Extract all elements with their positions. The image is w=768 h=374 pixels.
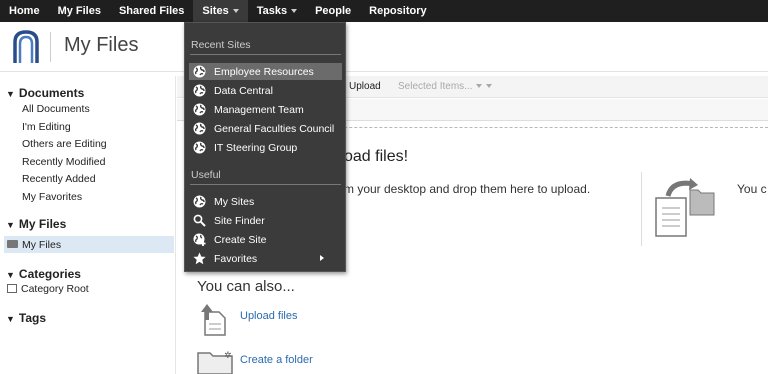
globe-icon	[193, 84, 206, 97]
header-divider	[50, 32, 51, 62]
menu-item-employee-resources[interactable]: Employee Resources	[189, 63, 342, 80]
menu-item-my-sites[interactable]: My Sites	[189, 193, 342, 210]
menu-item-label: My Sites	[214, 195, 255, 208]
upload-button[interactable]: Upload	[349, 81, 381, 92]
tags-section-heading[interactable]: ▼ Tags	[6, 311, 46, 325]
expand-triangle-icon: ▼	[6, 314, 15, 324]
folder-icon	[7, 240, 18, 249]
sidebar-item-recently-added[interactable]: Recently Added	[22, 173, 96, 185]
useful-heading: Useful	[191, 169, 221, 181]
menu-item-label: Employee Resources	[214, 65, 314, 78]
chevron-down-icon	[486, 84, 493, 89]
categories-heading-label: Categories	[18, 267, 81, 281]
categories-section-heading[interactable]: ▼ Categories	[6, 267, 81, 281]
menu-item-favorites[interactable]: Favorites	[189, 250, 342, 267]
svg-text:✲: ✲	[224, 351, 232, 361]
chevron-down-icon	[232, 9, 239, 14]
menu-item-general-faculties-council[interactable]: General Faculties Council	[189, 120, 342, 137]
submenu-arrow-icon	[320, 255, 324, 261]
menu-item-label: Management Team	[214, 103, 304, 116]
myfiles-heading-label: My Files	[18, 217, 67, 231]
globe-icon	[193, 141, 206, 154]
globe-icon	[193, 195, 206, 208]
selected-items-menu[interactable]: Selected Items...	[398, 81, 493, 92]
drop-zone-right-text: You c	[737, 182, 767, 196]
chevron-down-icon	[291, 9, 298, 14]
sidebar-item-my-favorites[interactable]: My Favorites	[22, 191, 82, 203]
selected-items-label: Selected Items...	[398, 81, 473, 92]
star-icon	[193, 252, 206, 265]
sidebar-item-im-editing[interactable]: I'm Editing	[22, 121, 71, 133]
drop-zone-text: m your desktop and drop them here to upl…	[344, 182, 591, 196]
menu-item-management-team[interactable]: Management Team	[189, 101, 342, 118]
drop-zone-title: oad files!	[344, 148, 409, 165]
nav-shared-files[interactable]: Shared Files	[110, 0, 193, 22]
sidebar-item-all-documents[interactable]: All Documents	[22, 103, 90, 115]
upload-file-icon	[201, 304, 226, 336]
menu-item-site-finder[interactable]: Site Finder	[189, 212, 342, 229]
drop-zone-divider	[641, 172, 642, 246]
create-folder-icon: ✲	[197, 351, 233, 374]
create-folder-link[interactable]: Create a folder	[240, 354, 313, 366]
menu-item-it-steering-group[interactable]: IT Steering Group	[189, 139, 342, 156]
nav-tasks-label: Tasks	[256, 5, 288, 17]
myfiles-section-heading[interactable]: ▼ My Files	[6, 217, 66, 231]
menu-item-label: Create Site	[214, 233, 267, 246]
menu-item-data-central[interactable]: Data Central	[189, 82, 342, 99]
chevron-down-icon	[476, 84, 483, 89]
documents-heading-label: Documents	[18, 86, 85, 100]
sidebar-item-others-editing[interactable]: Others are Editing	[22, 138, 107, 150]
tags-heading-label: Tags	[18, 311, 47, 325]
page-header: My Files	[0, 22, 768, 72]
globe-icon	[193, 122, 206, 135]
sites-dropdown-menu: Recent Sites Employee Resources Data Cen…	[184, 22, 346, 272]
sidebar: ▼ Documents All Documents I'm Editing Oth…	[0, 76, 176, 374]
nav-sites-label: Sites	[202, 5, 229, 17]
expand-triangle-icon: ▼	[6, 220, 15, 230]
menu-item-label: Data Central	[214, 84, 273, 97]
menu-item-create-site[interactable]: Create Site	[189, 231, 342, 248]
expand-triangle-icon: ▼	[6, 89, 15, 99]
top-navigation: Home My Files Shared Files Sites Tasks P…	[0, 0, 768, 22]
sidebar-item-my-files-label: My Files	[22, 239, 62, 251]
sidebar-item-my-files[interactable]: My Files	[7, 239, 61, 251]
sidebar-item-category-root[interactable]: Category Root	[7, 283, 89, 295]
menu-separator	[190, 184, 341, 185]
you-can-also-heading: You can also...	[197, 278, 295, 295]
expand-triangle-icon: ▼	[6, 270, 15, 280]
menu-separator	[190, 54, 341, 55]
menu-item-label: General Faculties Council	[214, 122, 335, 135]
nav-tasks[interactable]: Tasks	[248, 0, 306, 22]
globe-icon	[193, 65, 206, 78]
globe-add-icon	[193, 233, 206, 246]
logo-icon	[13, 30, 39, 63]
sidebar-item-category-root-label: Category Root	[21, 283, 89, 295]
upload-files-link[interactable]: Upload files	[240, 310, 297, 322]
drag-drop-icon	[655, 178, 715, 237]
page-title: My Files	[64, 34, 139, 56]
nav-people[interactable]: People	[306, 0, 360, 22]
documents-section-heading[interactable]: ▼ Documents	[6, 86, 84, 100]
recent-sites-heading: Recent Sites	[191, 39, 251, 51]
nav-sites[interactable]: Sites	[193, 0, 248, 22]
category-icon	[7, 283, 17, 293]
menu-item-label: IT Steering Group	[214, 141, 298, 154]
menu-item-label: Favorites	[214, 252, 258, 265]
search-icon	[193, 214, 206, 227]
globe-icon	[193, 103, 206, 116]
menu-item-label: Site Finder	[214, 214, 265, 227]
sidebar-item-recently-modified[interactable]: Recently Modified	[22, 156, 105, 168]
nav-my-files[interactable]: My Files	[49, 0, 110, 22]
nav-repository[interactable]: Repository	[360, 0, 435, 22]
nav-home[interactable]: Home	[0, 0, 49, 22]
